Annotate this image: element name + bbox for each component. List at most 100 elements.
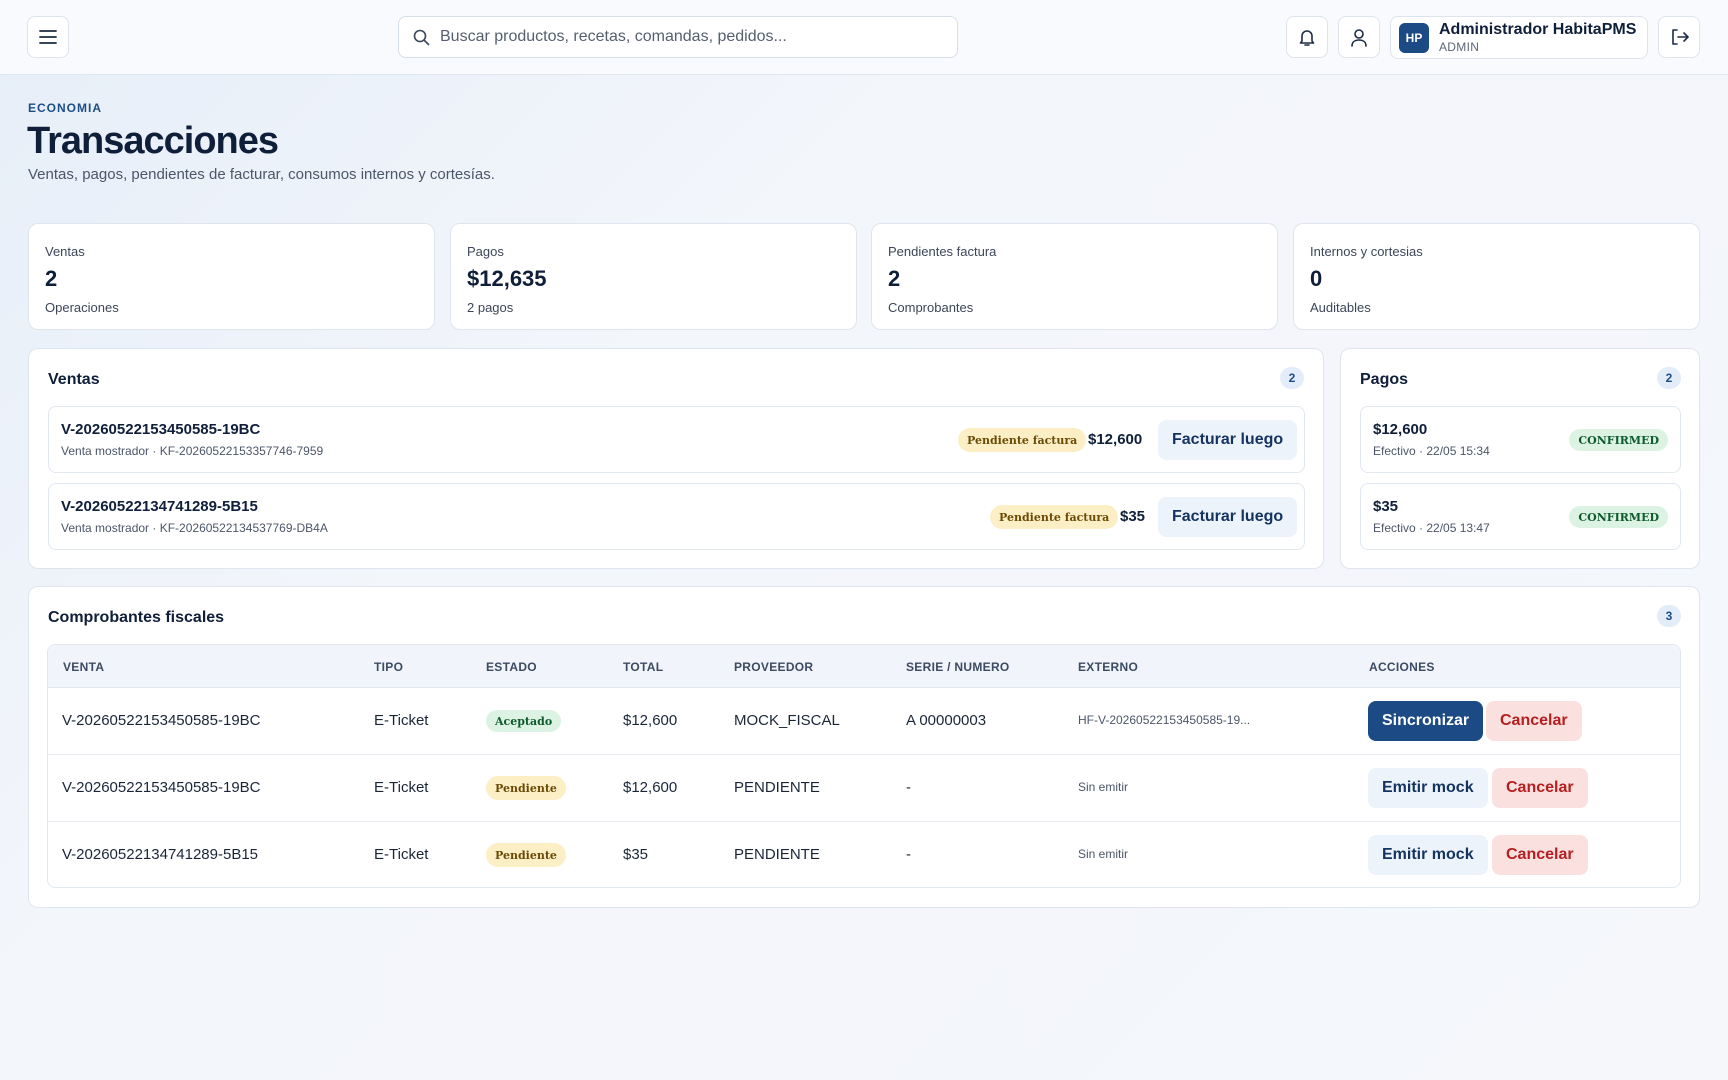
stat-sub: Operaciones xyxy=(45,300,119,315)
cell-tipo: E-Ticket xyxy=(374,712,429,729)
table-row: V-20260522153450585-19BC E-Ticket Pendie… xyxy=(48,755,1680,822)
cell-serie: - xyxy=(906,779,911,796)
venta-id: V-20260522134741289-5B15 xyxy=(61,498,258,515)
stat-sub: Comprobantes xyxy=(888,300,974,315)
stat-value: $12,635 xyxy=(467,266,547,291)
comprobantes-table: VENTA TIPO ESTADO TOTAL PROVEEDOR SERIE … xyxy=(47,644,1681,888)
cell-externo: Sin emitir xyxy=(1078,780,1129,794)
page-subtitle: Ventas, pagos, pendientes de facturar, c… xyxy=(28,166,495,183)
cell-total: $12,600 xyxy=(623,779,678,796)
section-title: Pagos xyxy=(1360,371,1409,388)
pago-meta: Efectivo · 22/05 13:47 xyxy=(1373,521,1490,535)
cancelar-button[interactable]: Cancelar xyxy=(1486,701,1582,741)
list-item: $12,600 Efectivo · 22/05 15:34 CONFIRMED xyxy=(1360,406,1681,473)
list-item: $35 Efectivo · 22/05 13:47 CONFIRMED xyxy=(1360,483,1681,550)
status-badge: Pendiente xyxy=(486,843,566,867)
cell-serie: A 00000003 xyxy=(906,712,987,729)
cell-tipo: E-Ticket xyxy=(374,846,429,863)
count-badge: 3 xyxy=(1657,605,1681,627)
stat-sub: 2 pagos xyxy=(467,300,514,315)
stat-card-pendientes: Pendientes factura 2 Comprobantes xyxy=(871,223,1278,330)
count-badge: 2 xyxy=(1657,367,1681,389)
hamburger-icon xyxy=(39,30,57,44)
user-icon xyxy=(1351,28,1367,47)
notifications-button[interactable] xyxy=(1286,16,1328,58)
column-header: ESTADO xyxy=(486,660,537,674)
cancelar-button[interactable]: Cancelar xyxy=(1492,835,1588,875)
stat-label: Ventas xyxy=(45,244,85,259)
list-item: V-20260522134741289-5B15 Venta mostrador… xyxy=(48,483,1305,550)
status-badge: Aceptado xyxy=(486,710,562,732)
table-header: VENTA TIPO ESTADO TOTAL PROVEEDOR SERIE … xyxy=(48,645,1680,688)
bell-icon xyxy=(1299,29,1315,46)
stat-card-internos: Internos y cortesias 0 Auditables xyxy=(1293,223,1700,330)
stat-label: Internos y cortesias xyxy=(1310,244,1423,259)
status-badge: CONFIRMED xyxy=(1569,429,1668,451)
cell-serie: - xyxy=(906,846,911,863)
user-name: Administrador HabitaPMS xyxy=(1439,21,1637,38)
cell-externo: HF-V-20260522153450585-19... xyxy=(1078,713,1251,727)
cell-total: $35 xyxy=(623,846,649,863)
section-title: Comprobantes fiscales xyxy=(48,609,225,626)
cell-proveedor: MOCK_FISCAL xyxy=(734,712,840,729)
menu-button[interactable] xyxy=(27,16,69,58)
pagos-panel: Pagos 2 $12,600 Efectivo · 22/05 15:34 C… xyxy=(1340,348,1700,569)
column-header: EXTERNO xyxy=(1078,660,1139,674)
facturar-luego-button[interactable]: Facturar luego xyxy=(1158,497,1298,537)
profile-button[interactable] xyxy=(1338,16,1380,58)
stat-label: Pagos xyxy=(467,244,504,259)
status-badge: Pendiente factura xyxy=(990,505,1119,529)
count-badge: 2 xyxy=(1280,367,1304,389)
column-header: VENTA xyxy=(63,660,105,674)
facturar-luego-button[interactable]: Facturar luego xyxy=(1158,420,1298,460)
logout-button[interactable] xyxy=(1658,16,1700,58)
column-header: SERIE / NUMERO xyxy=(906,660,1010,674)
section-title: Ventas xyxy=(48,371,100,388)
list-item: V-20260522153450585-19BC Venta mostrador… xyxy=(48,406,1305,473)
venta-meta: Venta mostrador · KF-20260522134537769-D… xyxy=(61,521,328,535)
venta-id: V-20260522153450585-19BC xyxy=(61,421,261,438)
cell-tipo: E-Ticket xyxy=(374,779,429,796)
page-title: Transacciones xyxy=(27,120,279,162)
venta-meta: Venta mostrador · KF-20260522153357746-7… xyxy=(61,444,324,458)
stat-value: 2 xyxy=(45,266,58,291)
emitir-mock-button[interactable]: Emitir mock xyxy=(1368,768,1488,808)
stat-card-ventas: Ventas 2 Operaciones xyxy=(28,223,435,330)
stat-value: 0 xyxy=(1310,266,1323,291)
table-row: V-20260522153450585-19BC E-Ticket Acepta… xyxy=(48,688,1680,755)
venta-amount: $35 xyxy=(1120,508,1146,525)
ventas-panel: Ventas 2 V-20260522153450585-19BC Venta … xyxy=(28,348,1324,569)
cell-venta: V-20260522134741289-5B15 xyxy=(62,846,259,863)
emitir-mock-button[interactable]: Emitir mock xyxy=(1368,835,1488,875)
cell-venta: V-20260522153450585-19BC xyxy=(62,779,261,796)
pago-amount: $12,600 xyxy=(1373,421,1428,438)
status-badge: Pendiente xyxy=(486,776,566,800)
user-menu[interactable]: HP Administrador HabitaPMS ADMIN xyxy=(1390,16,1648,59)
cell-externo: Sin emitir xyxy=(1078,847,1129,861)
cell-proveedor: PENDIENTE xyxy=(734,846,820,863)
stat-label: Pendientes factura xyxy=(888,244,997,259)
search-input[interactable] xyxy=(440,28,940,46)
cell-venta: V-20260522153450585-19BC xyxy=(62,712,261,729)
venta-amount: $12,600 xyxy=(1088,431,1143,448)
page-eyebrow: ECONOMIA xyxy=(28,101,102,115)
column-header: TOTAL xyxy=(623,660,664,674)
search-bar[interactable] xyxy=(398,16,958,58)
top-bar: HP Administrador HabitaPMS ADMIN xyxy=(0,0,1728,75)
user-role: ADMIN xyxy=(1439,40,1480,54)
stat-value: 2 xyxy=(888,266,901,291)
column-header: TIPO xyxy=(374,660,404,674)
column-header: PROVEEDOR xyxy=(734,660,814,674)
search-icon xyxy=(413,29,430,45)
stat-card-pagos: Pagos $12,635 2 pagos xyxy=(450,223,857,330)
pago-amount: $35 xyxy=(1373,498,1399,515)
sincronizar-button[interactable]: Sincronizar xyxy=(1368,701,1484,741)
logout-icon xyxy=(1671,29,1689,45)
cancelar-button[interactable]: Cancelar xyxy=(1492,768,1588,808)
status-badge: Pendiente factura xyxy=(958,428,1087,452)
table-row: V-20260522134741289-5B15 E-Ticket Pendie… xyxy=(48,822,1680,887)
column-header: ACCIONES xyxy=(1369,660,1435,674)
pago-meta: Efectivo · 22/05 15:34 xyxy=(1373,444,1490,458)
avatar: HP xyxy=(1399,22,1429,53)
stat-sub: Auditables xyxy=(1310,300,1371,315)
